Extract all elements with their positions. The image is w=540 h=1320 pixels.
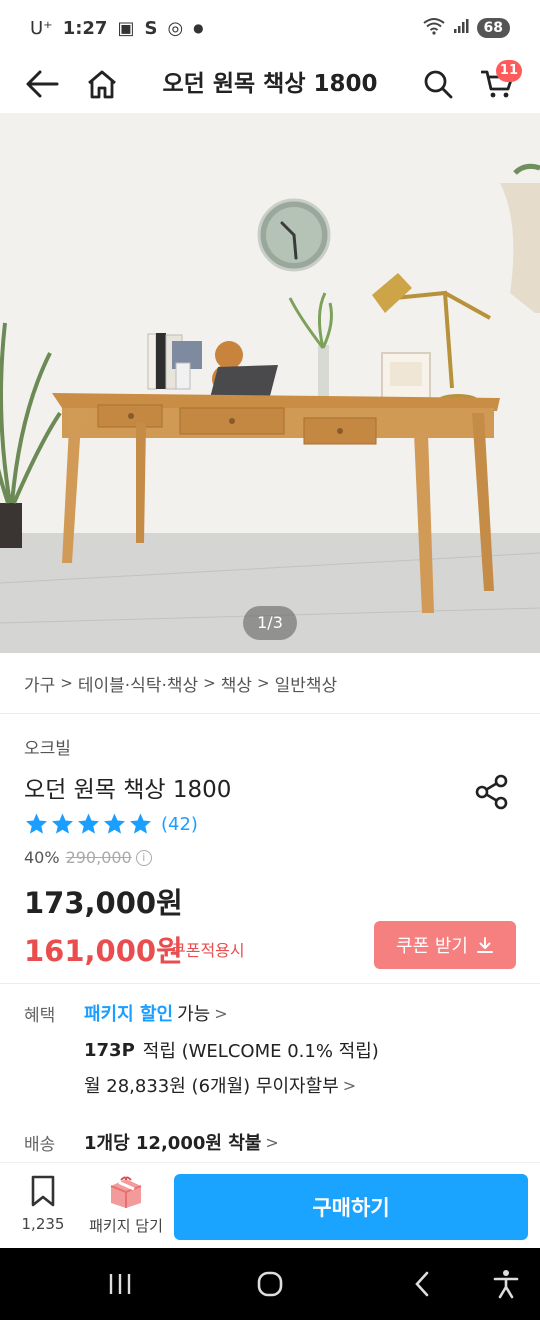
product-image[interactable] — [0, 113, 540, 653]
points-row: 173P 적립 (WELCOME 0.1% 적립) — [84, 1037, 379, 1063]
divider — [0, 713, 540, 714]
package-discount-suffix: 가능 — [177, 1004, 211, 1025]
carrier-label: U⁺ — [30, 17, 53, 39]
breadcrumb-item[interactable]: 책상 — [221, 671, 252, 696]
points-value: 173P — [84, 1039, 135, 1061]
sale-price: 173,000원 — [24, 886, 183, 920]
breadcrumb-item[interactable]: 테이블·식탁·책상 — [78, 671, 198, 696]
search-icon — [424, 70, 453, 99]
buy-button[interactable]: 구매하기 — [174, 1174, 528, 1240]
chevron-right-icon: > — [265, 1132, 279, 1152]
breadcrumb: 가구 > 테이블·식탁·책상 > 책상 > 일반책상 — [24, 668, 337, 698]
rating-summary[interactable]: (42) — [24, 812, 198, 836]
shipping-text: 1개당 12,000원 착불 — [84, 1133, 262, 1154]
recent-apps-button[interactable] — [90, 1262, 150, 1306]
download-icon — [476, 937, 493, 953]
bookmark-icon — [31, 1175, 55, 1207]
star-icon — [52, 813, 73, 834]
back-nav-button[interactable] — [392, 1262, 452, 1306]
benefit-label: 혜택 — [24, 1006, 56, 1026]
star-icon — [104, 813, 125, 834]
shipping-label: 배송 — [24, 1135, 56, 1155]
chevron-right-icon: > — [60, 674, 73, 692]
coupon-note: 쿠폰적용시 — [171, 941, 245, 960]
shipping-row[interactable]: 1개당 12,000원 착불 > — [84, 1129, 279, 1155]
info-icon[interactable]: i — [135, 849, 152, 866]
cart-button[interactable]: 11 — [474, 60, 522, 108]
coupon-button-label: 쿠폰 받기 — [396, 936, 468, 957]
back-chevron-icon — [415, 1271, 429, 1297]
purchase-action-bar: 1,235 패키지 담기 구매하기 — [0, 1162, 540, 1248]
signal-icon — [453, 18, 469, 39]
status-bar: U⁺ 1:27 ▣ S ◎ ● 68 — [0, 0, 540, 56]
battery-indicator: 68 — [476, 18, 510, 38]
app-header: 오던 원목 책상 1800 11 — [0, 56, 540, 112]
discount-row: 40% 290,000 i — [24, 848, 152, 867]
chevron-right-icon: > — [257, 674, 270, 692]
gift-box-icon — [110, 1176, 142, 1208]
chevron-right-icon: > — [342, 1075, 357, 1095]
divider — [0, 983, 540, 984]
breadcrumb-item[interactable]: 일반책상 — [275, 671, 338, 696]
brand-name[interactable]: 오크빌 — [24, 734, 71, 759]
search-button[interactable] — [414, 60, 462, 108]
home-circle-icon — [257, 1271, 283, 1297]
add-to-package-button[interactable]: 패키지 담기 — [86, 1175, 166, 1241]
status-time: 1:27 — [62, 17, 108, 39]
package-discount-link[interactable]: 패키지 할인 — [84, 1000, 173, 1026]
desk-photo — [0, 113, 540, 653]
screenshot-icon: ▣ — [117, 17, 135, 39]
original-price: 290,000 — [65, 848, 132, 867]
cart-count-badge: 11 — [495, 60, 522, 82]
dot-icon: ● — [193, 21, 204, 35]
star-icon — [130, 813, 151, 834]
star-rating — [24, 812, 153, 836]
system-nav-bar — [0, 1248, 540, 1320]
points-text: 적립 (WELCOME 0.1% 적립) — [142, 1041, 379, 1062]
installment-text: 월 28,833원 (6개월) 무이자할부 — [84, 1076, 339, 1097]
star-icon — [78, 813, 99, 834]
package-label: 패키지 담기 — [89, 1217, 163, 1235]
breadcrumb-item[interactable]: 가구 — [24, 671, 55, 696]
wifi-icon — [422, 17, 445, 40]
home-nav-button[interactable] — [240, 1262, 300, 1306]
accessibility-button[interactable] — [476, 1262, 536, 1306]
coupon-price: 161,000원 — [24, 934, 183, 968]
back-button[interactable] — [18, 60, 66, 108]
review-count: (42) — [161, 813, 198, 835]
discount-rate: 40% — [24, 848, 60, 867]
chevron-right-icon: > — [214, 1003, 228, 1023]
share-icon — [475, 774, 508, 810]
chevron-right-icon: > — [203, 674, 216, 692]
image-counter: 1/3 — [243, 606, 297, 640]
accessibility-icon — [493, 1270, 519, 1299]
product-title: 오던 원목 책상 1800 — [24, 777, 232, 803]
star-icon — [26, 813, 47, 834]
s-app-icon: S — [144, 17, 158, 39]
scrap-button[interactable]: 1,235 — [12, 1175, 74, 1241]
recent-apps-icon — [109, 1274, 131, 1294]
package-discount-row[interactable]: 패키지 할인 가능 > — [84, 1000, 228, 1026]
page-title: 오던 원목 책상 1800 — [162, 71, 378, 97]
scrap-count: 1,235 — [21, 1215, 65, 1233]
instagram-icon: ◎ — [167, 17, 184, 39]
back-arrow-icon — [26, 70, 59, 98]
installment-row[interactable]: 월 28,833원 (6개월) 무이자할부 > — [84, 1072, 356, 1098]
share-button[interactable] — [470, 770, 514, 814]
get-coupon-button[interactable]: 쿠폰 받기 — [374, 921, 516, 969]
